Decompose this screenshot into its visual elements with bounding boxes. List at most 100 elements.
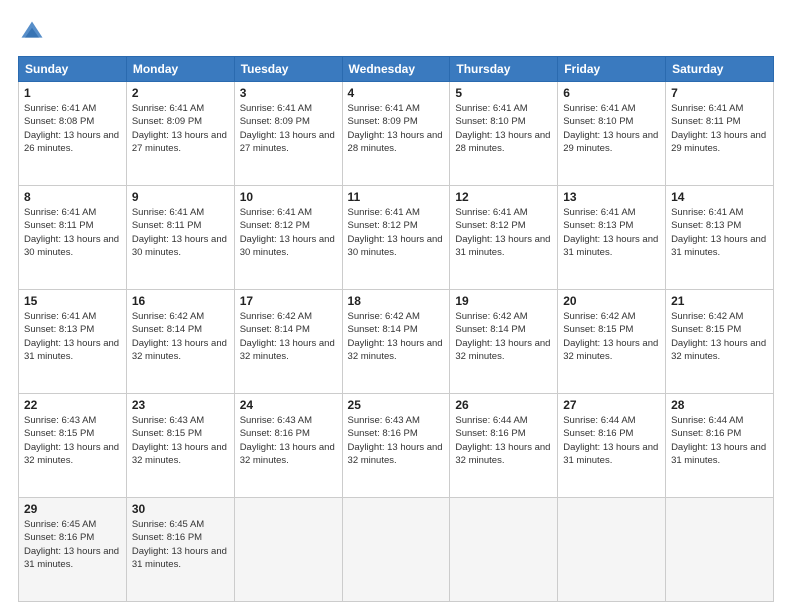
logo	[18, 18, 52, 46]
page: Sunday Monday Tuesday Wednesday Thursday…	[0, 0, 792, 612]
table-row	[450, 498, 558, 602]
table-row: 17 Sunrise: 6:42 AM Sunset: 8:14 PM Dayl…	[234, 290, 342, 394]
day-number: 22	[24, 398, 121, 412]
table-row: 9 Sunrise: 6:41 AM Sunset: 8:11 PM Dayli…	[126, 186, 234, 290]
table-row: 26 Sunrise: 6:44 AM Sunset: 8:16 PM Dayl…	[450, 394, 558, 498]
table-row	[666, 498, 774, 602]
day-info: Sunrise: 6:42 AM Sunset: 8:15 PM Dayligh…	[671, 310, 768, 363]
day-info: Sunrise: 6:45 AM Sunset: 8:16 PM Dayligh…	[132, 518, 229, 571]
table-row: 21 Sunrise: 6:42 AM Sunset: 8:15 PM Dayl…	[666, 290, 774, 394]
day-number: 16	[132, 294, 229, 308]
day-number: 21	[671, 294, 768, 308]
table-row	[234, 498, 342, 602]
day-info: Sunrise: 6:41 AM Sunset: 8:10 PM Dayligh…	[563, 102, 660, 155]
col-friday: Friday	[558, 57, 666, 82]
day-number: 15	[24, 294, 121, 308]
day-number: 13	[563, 190, 660, 204]
calendar-week-row: 22 Sunrise: 6:43 AM Sunset: 8:15 PM Dayl…	[19, 394, 774, 498]
day-info: Sunrise: 6:41 AM Sunset: 8:13 PM Dayligh…	[563, 206, 660, 259]
day-number: 3	[240, 86, 337, 100]
col-saturday: Saturday	[666, 57, 774, 82]
day-info: Sunrise: 6:44 AM Sunset: 8:16 PM Dayligh…	[563, 414, 660, 467]
day-info: Sunrise: 6:45 AM Sunset: 8:16 PM Dayligh…	[24, 518, 121, 571]
calendar-week-row: 1 Sunrise: 6:41 AM Sunset: 8:08 PM Dayli…	[19, 82, 774, 186]
day-number: 9	[132, 190, 229, 204]
calendar-week-row: 15 Sunrise: 6:41 AM Sunset: 8:13 PM Dayl…	[19, 290, 774, 394]
table-row: 25 Sunrise: 6:43 AM Sunset: 8:16 PM Dayl…	[342, 394, 450, 498]
day-number: 28	[671, 398, 768, 412]
table-row: 29 Sunrise: 6:45 AM Sunset: 8:16 PM Dayl…	[19, 498, 127, 602]
day-info: Sunrise: 6:43 AM Sunset: 8:16 PM Dayligh…	[348, 414, 445, 467]
table-row: 1 Sunrise: 6:41 AM Sunset: 8:08 PM Dayli…	[19, 82, 127, 186]
day-info: Sunrise: 6:43 AM Sunset: 8:15 PM Dayligh…	[24, 414, 121, 467]
day-info: Sunrise: 6:42 AM Sunset: 8:14 PM Dayligh…	[240, 310, 337, 363]
day-info: Sunrise: 6:42 AM Sunset: 8:14 PM Dayligh…	[348, 310, 445, 363]
table-row: 22 Sunrise: 6:43 AM Sunset: 8:15 PM Dayl…	[19, 394, 127, 498]
day-number: 18	[348, 294, 445, 308]
calendar-header-row: Sunday Monday Tuesday Wednesday Thursday…	[19, 57, 774, 82]
logo-icon	[18, 18, 46, 46]
day-info: Sunrise: 6:41 AM Sunset: 8:12 PM Dayligh…	[240, 206, 337, 259]
col-wednesday: Wednesday	[342, 57, 450, 82]
table-row: 11 Sunrise: 6:41 AM Sunset: 8:12 PM Dayl…	[342, 186, 450, 290]
table-row: 12 Sunrise: 6:41 AM Sunset: 8:12 PM Dayl…	[450, 186, 558, 290]
col-monday: Monday	[126, 57, 234, 82]
day-info: Sunrise: 6:41 AM Sunset: 8:11 PM Dayligh…	[671, 102, 768, 155]
day-info: Sunrise: 6:44 AM Sunset: 8:16 PM Dayligh…	[455, 414, 552, 467]
day-number: 23	[132, 398, 229, 412]
table-row	[558, 498, 666, 602]
table-row: 4 Sunrise: 6:41 AM Sunset: 8:09 PM Dayli…	[342, 82, 450, 186]
table-row: 19 Sunrise: 6:42 AM Sunset: 8:14 PM Dayl…	[450, 290, 558, 394]
day-number: 4	[348, 86, 445, 100]
day-number: 26	[455, 398, 552, 412]
table-row: 16 Sunrise: 6:42 AM Sunset: 8:14 PM Dayl…	[126, 290, 234, 394]
calendar-week-row: 8 Sunrise: 6:41 AM Sunset: 8:11 PM Dayli…	[19, 186, 774, 290]
table-row: 13 Sunrise: 6:41 AM Sunset: 8:13 PM Dayl…	[558, 186, 666, 290]
day-number: 29	[24, 502, 121, 516]
day-info: Sunrise: 6:43 AM Sunset: 8:15 PM Dayligh…	[132, 414, 229, 467]
table-row: 30 Sunrise: 6:45 AM Sunset: 8:16 PM Dayl…	[126, 498, 234, 602]
table-row: 23 Sunrise: 6:43 AM Sunset: 8:15 PM Dayl…	[126, 394, 234, 498]
day-number: 7	[671, 86, 768, 100]
table-row: 15 Sunrise: 6:41 AM Sunset: 8:13 PM Dayl…	[19, 290, 127, 394]
day-number: 20	[563, 294, 660, 308]
day-number: 10	[240, 190, 337, 204]
day-info: Sunrise: 6:43 AM Sunset: 8:16 PM Dayligh…	[240, 414, 337, 467]
day-info: Sunrise: 6:42 AM Sunset: 8:14 PM Dayligh…	[455, 310, 552, 363]
day-info: Sunrise: 6:41 AM Sunset: 8:13 PM Dayligh…	[671, 206, 768, 259]
day-info: Sunrise: 6:41 AM Sunset: 8:09 PM Dayligh…	[240, 102, 337, 155]
table-row: 14 Sunrise: 6:41 AM Sunset: 8:13 PM Dayl…	[666, 186, 774, 290]
day-number: 19	[455, 294, 552, 308]
calendar-week-row: 29 Sunrise: 6:45 AM Sunset: 8:16 PM Dayl…	[19, 498, 774, 602]
day-number: 1	[24, 86, 121, 100]
day-number: 8	[24, 190, 121, 204]
day-info: Sunrise: 6:41 AM Sunset: 8:11 PM Dayligh…	[24, 206, 121, 259]
day-number: 11	[348, 190, 445, 204]
table-row: 20 Sunrise: 6:42 AM Sunset: 8:15 PM Dayl…	[558, 290, 666, 394]
table-row: 3 Sunrise: 6:41 AM Sunset: 8:09 PM Dayli…	[234, 82, 342, 186]
day-number: 6	[563, 86, 660, 100]
table-row: 24 Sunrise: 6:43 AM Sunset: 8:16 PM Dayl…	[234, 394, 342, 498]
day-number: 14	[671, 190, 768, 204]
day-number: 30	[132, 502, 229, 516]
day-info: Sunrise: 6:41 AM Sunset: 8:10 PM Dayligh…	[455, 102, 552, 155]
day-info: Sunrise: 6:42 AM Sunset: 8:15 PM Dayligh…	[563, 310, 660, 363]
table-row: 28 Sunrise: 6:44 AM Sunset: 8:16 PM Dayl…	[666, 394, 774, 498]
day-info: Sunrise: 6:41 AM Sunset: 8:13 PM Dayligh…	[24, 310, 121, 363]
col-thursday: Thursday	[450, 57, 558, 82]
col-tuesday: Tuesday	[234, 57, 342, 82]
day-info: Sunrise: 6:41 AM Sunset: 8:11 PM Dayligh…	[132, 206, 229, 259]
table-row: 2 Sunrise: 6:41 AM Sunset: 8:09 PM Dayli…	[126, 82, 234, 186]
table-row: 5 Sunrise: 6:41 AM Sunset: 8:10 PM Dayli…	[450, 82, 558, 186]
header	[18, 18, 774, 46]
day-number: 5	[455, 86, 552, 100]
table-row	[342, 498, 450, 602]
col-sunday: Sunday	[19, 57, 127, 82]
table-row: 7 Sunrise: 6:41 AM Sunset: 8:11 PM Dayli…	[666, 82, 774, 186]
table-row: 18 Sunrise: 6:42 AM Sunset: 8:14 PM Dayl…	[342, 290, 450, 394]
day-info: Sunrise: 6:44 AM Sunset: 8:16 PM Dayligh…	[671, 414, 768, 467]
day-number: 25	[348, 398, 445, 412]
day-info: Sunrise: 6:41 AM Sunset: 8:09 PM Dayligh…	[348, 102, 445, 155]
day-info: Sunrise: 6:41 AM Sunset: 8:12 PM Dayligh…	[455, 206, 552, 259]
table-row: 8 Sunrise: 6:41 AM Sunset: 8:11 PM Dayli…	[19, 186, 127, 290]
